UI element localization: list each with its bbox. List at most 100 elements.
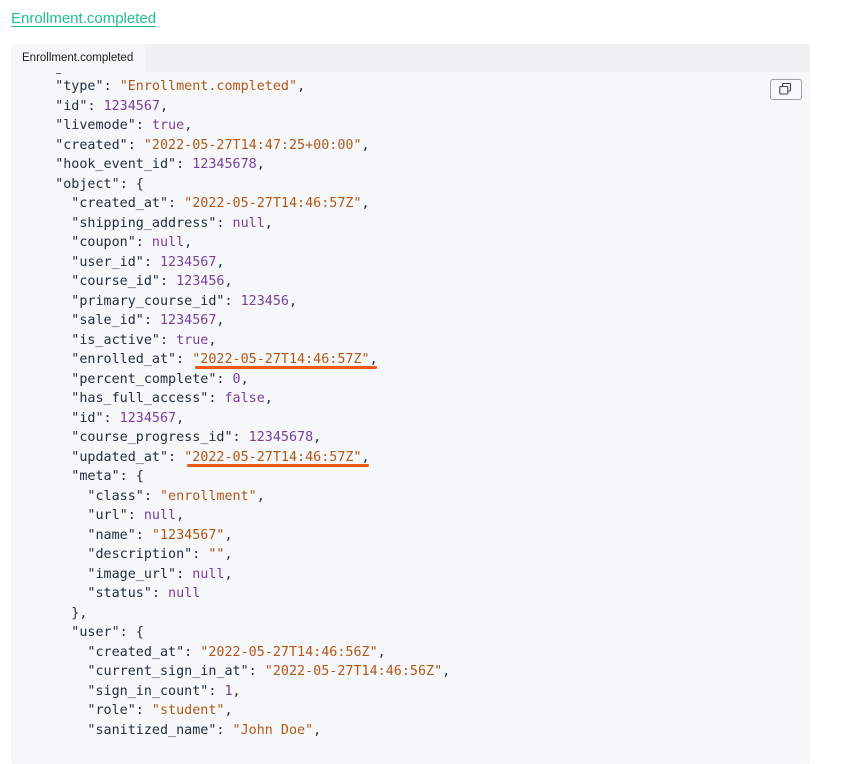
page-title-link[interactable]: Enrollment.completed	[11, 10, 156, 27]
json-punctuation: :	[135, 703, 152, 718]
code-line: "sale_id": 1234567,	[71, 311, 224, 331]
json-punctuation: :	[103, 79, 120, 94]
code-line: "url": null,	[87, 506, 184, 526]
json-value: 12345678	[248, 430, 314, 445]
json-punctuation: ,	[442, 664, 451, 679]
json-punctuation: ,	[208, 332, 217, 348]
code-line: "id": 1234567,	[55, 97, 168, 117]
json-value: "John Doe"	[232, 722, 314, 738]
json-key: "current_sign_in_at"	[87, 664, 249, 679]
json-value: 0	[232, 371, 241, 387]
json-punctuation: :	[216, 215, 233, 231]
json-punctuation: :	[127, 508, 144, 523]
json-punctuation: ,	[313, 722, 322, 738]
json-punctuation: : {	[119, 176, 144, 192]
json-value: "2022-05-27T14:46:56Z"	[200, 644, 378, 660]
json-value: "2022-05-27T14:46:56Z"	[264, 664, 443, 679]
json-punctuation: :	[159, 332, 177, 348]
json-value: null	[143, 508, 177, 523]
json-punctuation: :	[192, 547, 209, 562]
json-key: "user_id"	[71, 254, 144, 270]
json-key: "user"	[71, 625, 120, 640]
code-line: "user_id": 1234567,	[71, 253, 224, 273]
json-value: "1234567"	[151, 527, 225, 543]
json-punctuation: ,	[256, 488, 265, 504]
json-punctuation: ,	[313, 430, 322, 445]
json-punctuation: ,	[176, 508, 185, 523]
json-value: 1234567	[159, 313, 217, 328]
json-key: "livemode"	[55, 118, 136, 133]
json-punctuation: ,	[160, 98, 169, 114]
json-punctuation: ,	[297, 79, 306, 94]
json-punctuation: :	[143, 254, 160, 270]
json-punctuation: ,	[224, 527, 233, 543]
json-key: "hook_event_id"	[55, 157, 177, 172]
code-line: "class": "enrollment",	[87, 487, 264, 507]
json-punctuation: :	[143, 313, 160, 328]
code-line: "status": null	[87, 584, 200, 604]
json-value: "2022-05-27T14:46:57Z"	[184, 196, 362, 211]
json-key: "id"	[55, 98, 88, 114]
code-line: "object": {	[55, 175, 144, 195]
json-key: "class"	[87, 488, 144, 504]
code-line: "image_url": null,	[87, 565, 232, 585]
json-value: null	[192, 566, 225, 582]
json-punctuation: ,	[264, 391, 273, 406]
json-key: "course_progress_id"	[71, 430, 233, 445]
code-line: "created_at": "2022-05-27T14:46:56Z",	[87, 643, 385, 663]
json-punctuation: :	[135, 527, 152, 543]
json-punctuation: },	[71, 605, 88, 621]
json-value: true	[176, 332, 209, 348]
json-punctuation: :	[176, 157, 193, 172]
json-value: 123456	[240, 293, 289, 309]
json-value: null	[232, 215, 265, 231]
json-value: 1234567	[103, 98, 160, 114]
code-line: "livemode": true,	[55, 116, 192, 136]
json-key: "percent_complete"	[71, 371, 217, 387]
code-panel: Enrollment.completed "type": "Enrollment…	[11, 44, 810, 764]
code-line: "course_id": 123456,	[71, 272, 232, 292]
copy-icon	[779, 83, 792, 95]
json-value: "2022-05-27T14:46:57Z"	[184, 449, 362, 465]
json-punctuation: :	[184, 644, 201, 660]
json-punctuation: :	[176, 566, 193, 582]
json-code-block: "type": "Enrollment.completed", "id": 123…	[11, 72, 810, 764]
json-punctuation: :	[135, 118, 152, 133]
json-punctuation: : {	[119, 625, 144, 640]
json-value: "2022-05-27T14:46:57Z"	[192, 352, 370, 367]
copy-button[interactable]	[770, 79, 802, 100]
code-line: "role": "student",	[87, 701, 232, 721]
json-value: null	[151, 235, 185, 250]
json-key: "created_at"	[87, 644, 185, 660]
json-punctuation: :	[127, 137, 144, 153]
json-value: null	[168, 586, 201, 601]
json-value: "student"	[151, 703, 225, 718]
json-punctuation: :	[232, 430, 249, 445]
code-line: "percent_complete": 0,	[71, 370, 248, 390]
highlight-underline	[187, 463, 369, 467]
json-key: "url"	[87, 508, 128, 523]
json-punctuation: :	[159, 274, 177, 289]
code-line: "type": "Enrollment.completed",	[55, 77, 305, 97]
json-punctuation: ,	[184, 235, 193, 250]
json-punctuation: :	[224, 293, 241, 309]
json-punctuation: :	[216, 371, 233, 387]
json-punctuation: :	[143, 488, 160, 504]
code-line: "course_progress_id": 12345678,	[71, 428, 321, 448]
scroll-fold-marker	[56, 73, 61, 74]
tab-bar: Enrollment.completed	[11, 44, 810, 72]
code-line: "name": "1234567",	[87, 526, 232, 546]
json-value: true	[151, 118, 185, 133]
json-key: "created_at"	[71, 196, 169, 211]
json-value: 1	[224, 683, 233, 699]
json-key: "name"	[87, 527, 136, 543]
json-punctuation: :	[168, 196, 185, 211]
json-key: "coupon"	[71, 235, 136, 250]
tab-enrollment-completed[interactable]: Enrollment.completed	[11, 44, 146, 72]
json-key: "primary_course_id"	[71, 293, 225, 309]
json-value: 12345678	[192, 157, 257, 172]
json-punctuation: ,	[369, 352, 378, 367]
json-punctuation: :	[216, 722, 233, 738]
json-value: 123456	[176, 274, 225, 289]
json-punctuation: ,	[224, 547, 233, 562]
